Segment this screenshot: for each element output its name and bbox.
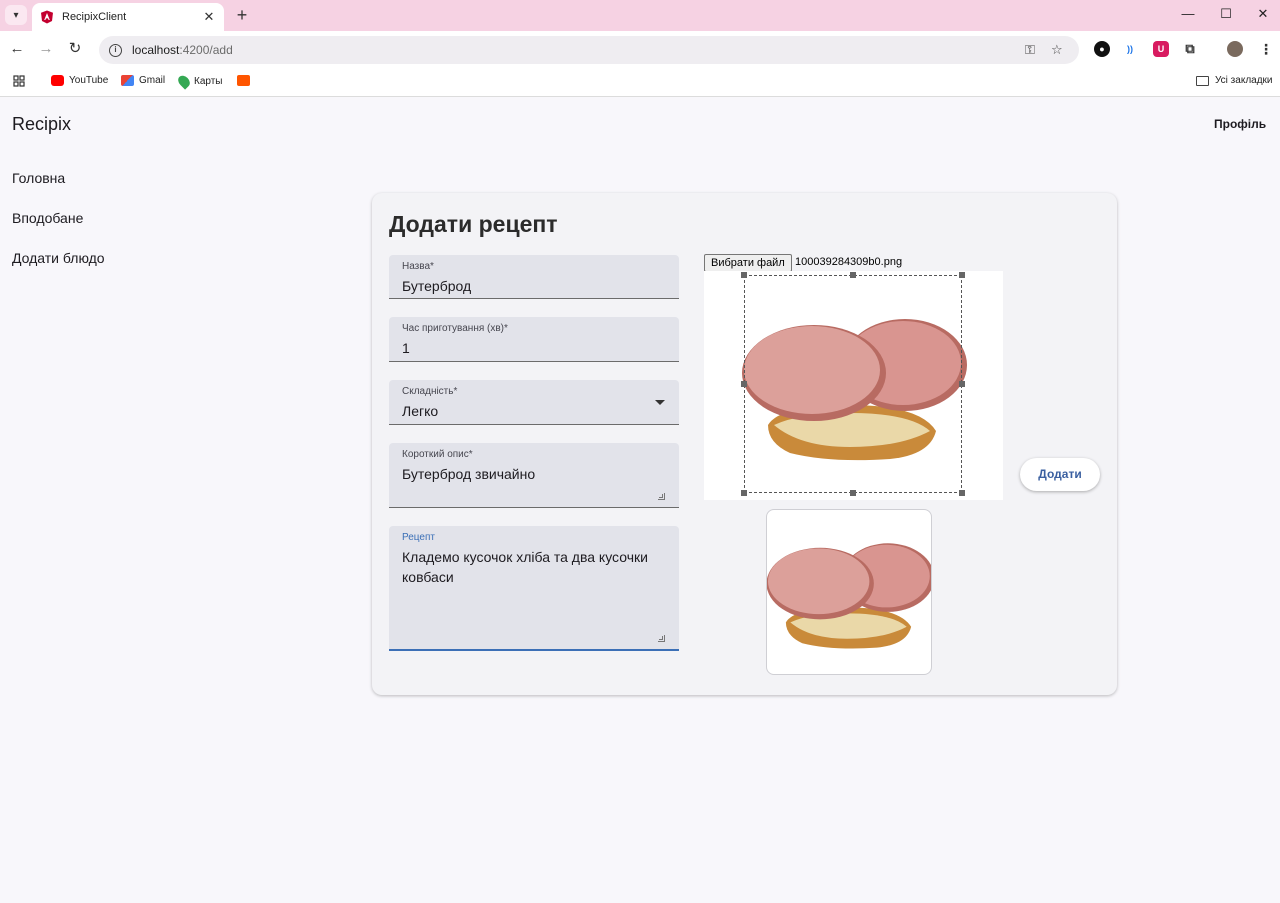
add-recipe-button[interactable]: Додати xyxy=(1020,458,1100,491)
extension-wave-icon[interactable]: )) xyxy=(1122,41,1138,57)
browser-toolbar: ← → ↻ i localhost:4200/add ⚿ ☆ ● )) U ⧉ … xyxy=(0,31,1280,68)
folder-icon xyxy=(1196,75,1209,86)
bookmark-label: Gmail xyxy=(139,75,166,86)
profile-avatar[interactable] xyxy=(1227,41,1243,57)
short-description-value: Бутерброд звичайно xyxy=(402,466,536,482)
youtube-icon xyxy=(51,75,64,86)
short-description-field[interactable]: Короткий опис* Бутерброд звичайно xyxy=(389,443,679,508)
name-value: Бутерброд xyxy=(402,278,472,294)
new-tab-plus-icon[interactable]: + xyxy=(232,5,252,25)
resize-handle-icon[interactable] xyxy=(658,493,665,500)
bookmark-gmail[interactable]: Gmail xyxy=(121,75,165,86)
dropdown-arrow-icon[interactable] xyxy=(655,400,665,405)
browser-tab[interactable]: RecipixClient ✕ xyxy=(32,3,224,31)
app-title[interactable]: Recipix xyxy=(12,114,71,135)
tab-search-chevron-icon[interactable]: ▾ xyxy=(5,5,27,25)
site-info-icon[interactable]: i xyxy=(109,43,122,57)
difficulty-select[interactable]: Складність* Легко xyxy=(389,380,679,425)
form-title: Додати рецепт xyxy=(389,211,558,237)
crop-handle[interactable] xyxy=(959,490,965,496)
back-arrow-icon[interactable]: ← xyxy=(8,40,26,58)
maps-icon xyxy=(175,73,193,90)
bookmark-maps[interactable]: Карты xyxy=(175,73,223,90)
crop-handle[interactable] xyxy=(741,272,747,278)
cook-time-field[interactable]: Час приготування (хв)* 1 xyxy=(389,317,679,362)
all-bookmarks-label: Усі закладки xyxy=(1215,75,1273,86)
image-cropper[interactable] xyxy=(704,271,1003,500)
bookmark-label: Карты xyxy=(194,76,223,87)
url-path: :4200/add xyxy=(179,43,233,57)
name-label: Назва* xyxy=(402,261,434,272)
add-recipe-card: Додати рецепт Назва* Бутерброд Час приго… xyxy=(372,193,1117,695)
minimize-icon[interactable]: — xyxy=(1178,6,1198,21)
crop-handle[interactable] xyxy=(959,272,965,278)
maximize-icon[interactable]: ☐ xyxy=(1216,6,1236,22)
bookmark-label: YouTube xyxy=(69,75,109,86)
tab-close-icon[interactable]: ✕ xyxy=(202,9,216,25)
angular-favicon-icon xyxy=(41,10,53,24)
recipe-label: Рецепт xyxy=(402,532,435,543)
sidebar-item-home[interactable]: Головна xyxy=(12,170,65,186)
all-bookmarks-folder[interactable]: Усі закладки xyxy=(1196,75,1273,86)
cropped-image-preview xyxy=(766,509,932,675)
crop-handle[interactable] xyxy=(850,490,856,496)
browser-tabstrip: ▾ RecipixClient ✕ + — ☐ ✕ xyxy=(0,0,1280,31)
profile-link[interactable]: Профіль xyxy=(1214,117,1266,131)
bookmark-soundcloud[interactable] xyxy=(237,75,255,86)
file-name: 100039284309b0.png xyxy=(795,256,903,268)
cook-time-value: 1 xyxy=(402,340,410,356)
forward-arrow-icon[interactable]: → xyxy=(37,40,55,58)
recipe-field[interactable]: Рецепт Кладемо кусочок хліба та два кусо… xyxy=(389,526,679,651)
crop-handle[interactable] xyxy=(741,381,747,387)
short-description-label: Короткий опис* xyxy=(402,449,473,460)
recipe-value: Кладемо кусочок хліба та два кусочки ков… xyxy=(402,549,648,585)
address-bar[interactable]: i localhost:4200/add ⚿ ☆ xyxy=(99,36,1079,64)
crop-handle[interactable] xyxy=(741,490,747,496)
window-close-icon[interactable]: ✕ xyxy=(1253,6,1273,22)
extensions-puzzle-icon[interactable]: ⧉ xyxy=(1182,41,1198,57)
cook-time-label: Час приготування (хв)* xyxy=(402,323,508,334)
url-host: localhost xyxy=(132,43,180,57)
difficulty-value: Легко xyxy=(402,403,439,419)
bookmark-star-icon[interactable]: ☆ xyxy=(1051,42,1063,58)
soundcloud-icon xyxy=(237,75,250,86)
name-field[interactable]: Назва* Бутерброд xyxy=(389,255,679,299)
bookmark-youtube[interactable]: YouTube xyxy=(51,75,108,86)
sidebar-item-add-dish[interactable]: Додати блюдо xyxy=(12,250,105,266)
resize-handle-icon[interactable] xyxy=(658,635,665,642)
choose-file-button[interactable]: Вибрати файл xyxy=(704,254,792,272)
tab-title: RecipixClient xyxy=(62,11,127,23)
browser-menu-icon[interactable]: ⋮ xyxy=(1258,41,1274,57)
gmail-icon xyxy=(121,75,134,86)
reload-icon[interactable]: ↻ xyxy=(66,40,84,58)
sidebar-item-favorites[interactable]: Вподобане xyxy=(12,210,83,226)
extension-ublock-icon[interactable]: U xyxy=(1153,41,1169,57)
sandwich-preview-image xyxy=(767,543,931,649)
crop-selection-box[interactable] xyxy=(741,272,965,496)
difficulty-label: Складність* xyxy=(402,386,458,397)
crop-handle[interactable] xyxy=(959,381,965,387)
password-key-icon[interactable]: ⚿ xyxy=(1025,42,1035,58)
crop-handle[interactable] xyxy=(850,272,856,278)
extension-github-icon[interactable]: ● xyxy=(1094,41,1110,57)
bookmarks-bar: YouTube Gmail Карты Усі закладки xyxy=(0,68,1280,97)
apps-grid-icon[interactable] xyxy=(13,75,25,87)
